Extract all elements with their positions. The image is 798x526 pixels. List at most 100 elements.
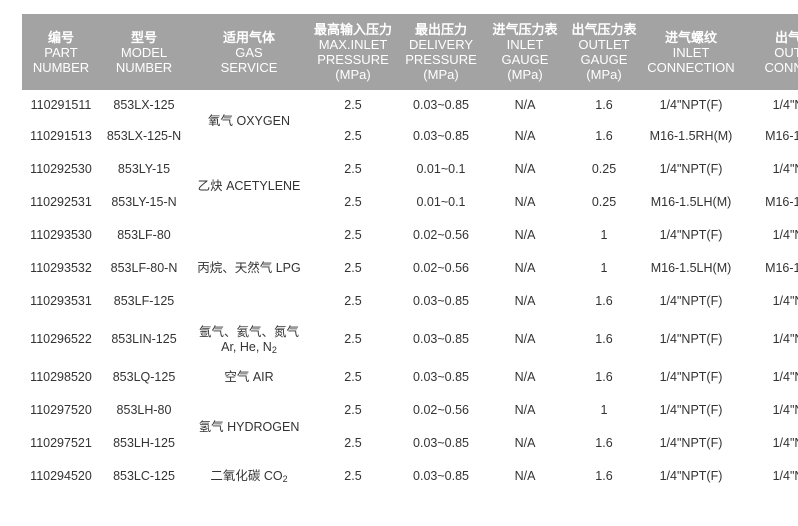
cell-inlet-connection: 1/4"NPT(F) [659, 403, 723, 417]
gas-co2-subscript: 2 [282, 474, 288, 484]
cell-part-number: 110296522 [30, 332, 92, 346]
cell-inlet-connection: 1/4"NPT(F) [659, 370, 723, 384]
cell-outlet-connection: 1/4"N [772, 162, 798, 176]
cell-inlet-connection: 1/4"NPT(F) [659, 97, 723, 112]
cell-delivery: 0.03~0.85 [413, 332, 469, 346]
cell-inlet-gauge: N/A [514, 370, 536, 384]
header-gas-service: 适用气体 GAS SERVICE [188, 14, 310, 90]
header-inlet-connection: 进气螺纹 INLET CONNECTION [644, 14, 738, 90]
cell-inlet-connection: 1/4"NPT(F) [659, 294, 723, 308]
cell-outlet-gauge: 1.6 [595, 97, 613, 112]
cell-inlet-gauge: N/A [514, 261, 536, 275]
cell-delivery: 0.03~0.85 [413, 97, 469, 112]
table-row: 110293531 853LF-125 2.5 0.03~0.85 N/A 1.… [22, 285, 798, 318]
cell-outlet-connection: M16-1.5 [765, 129, 798, 143]
cell-inlet-gauge: N/A [514, 228, 536, 242]
cell-outlet-connection: 1/4"N [772, 294, 798, 308]
table-header-row: 编号 PART NUMBER 型号 MODEL NUMBER 适用气体 GAS SERVIC… [22, 14, 798, 90]
cell-max-inlet: 2.5 [344, 97, 362, 112]
gas-inert-subscript: 2 [271, 344, 277, 355]
cell-inlet-connection: 1/4"NPT(F) [659, 332, 723, 346]
cell-inlet-gauge: N/A [514, 332, 536, 346]
cell-outlet-gauge: 1.6 [595, 129, 613, 143]
regulator-spec-table: 编号 PART NUMBER 型号 MODEL NUMBER 适用气体 GAS SERVIC… [22, 14, 798, 493]
cell-part-number: 110294520 [30, 469, 92, 483]
cell-inlet-connection: M16-1.5LH(M) [650, 261, 732, 275]
cell-inlet-gauge: N/A [514, 162, 536, 176]
cell-delivery: 0.02~0.56 [413, 228, 469, 242]
cell-model-number: 853LH-80 [116, 403, 172, 417]
cell-delivery: 0.03~0.85 [413, 370, 469, 384]
cell-model-number: 853LF-80-N [110, 261, 178, 275]
cell-outlet-connection: M16-1.5 [765, 195, 798, 209]
cell-inlet-connection: 1/4"NPT(F) [659, 228, 723, 242]
cell-delivery: 0.03~0.85 [413, 294, 469, 308]
cell-max-inlet: 2.5 [344, 436, 362, 450]
header-outlet-gauge: 出气压力表 OUTLET GAUGE (MPa) [564, 14, 644, 90]
cell-outlet-gauge: 1 [600, 403, 608, 417]
cell-part-number: 110291513 [30, 129, 92, 143]
cell-outlet-connection: 1/4"N [772, 436, 798, 450]
table-row: 110292531 853LY-15-N 2.5 0.01~0.1 N/A 0.… [22, 186, 798, 219]
cell-max-inlet: 2.5 [344, 162, 362, 176]
cell-model-number: 853LF-80 [117, 228, 171, 242]
cell-outlet-gauge: 1 [600, 228, 608, 242]
cell-inlet-gauge: N/A [514, 195, 536, 209]
cell-delivery: 0.03~0.85 [413, 469, 469, 483]
cell-delivery: 0.03~0.85 [413, 436, 469, 450]
cell-part-number: 110293532 [30, 261, 92, 275]
cell-inlet-connection: 1/4"NPT(F) [659, 162, 723, 176]
cell-model-number: 853LH-125 [113, 436, 175, 450]
header-delivery-pressure: 最出压力 DELIVERY PRESSURE (MPa) [396, 14, 486, 90]
gas-inert-cn: 氩气、氦气、氮气 [198, 324, 299, 339]
cell-inlet-connection: M16-1.5LH(M) [650, 195, 732, 209]
spec-table-container: 编号 PART NUMBER 型号 MODEL NUMBER 适用气体 GAS SERVIC… [22, 14, 798, 514]
cell-max-inlet: 2.5 [344, 129, 362, 143]
table-row: 110293532 853LF-80-N 2.5 0.02~0.56 N/A 1… [22, 252, 798, 285]
cell-max-inlet: 2.5 [344, 294, 362, 308]
cell-max-inlet: 2.5 [344, 228, 362, 242]
cell-outlet-connection: M16-1.5 [765, 261, 798, 275]
cell-inlet-connection: 1/4"NPT(F) [659, 469, 723, 483]
header-outlet-connection: 出气OUTCONNE [738, 14, 798, 90]
cell-inlet-gauge: N/A [514, 294, 536, 308]
cell-inlet-gauge: N/A [514, 469, 536, 483]
cell-outlet-connection: 1/4"N [772, 97, 798, 112]
cell-part-number: 110292531 [30, 195, 92, 209]
header-max-inlet-pressure: 最高输入压力 MAX.INLET PRESSURE (MPa) [310, 14, 396, 90]
cell-delivery: 0.01~0.1 [416, 195, 466, 209]
gas-co2-label: 二氧化碳 CO [210, 469, 283, 483]
cell-model-number: 853LY-15 [117, 162, 171, 176]
cell-outlet-gauge: 1.6 [595, 294, 613, 308]
cell-max-inlet: 2.5 [344, 195, 362, 209]
cell-max-inlet: 2.5 [344, 261, 362, 275]
table-row: 110291511 853LX-125 氧气 OXYGEN 2.5 0.03~0… [22, 90, 798, 129]
cell-delivery: 0.01~0.1 [416, 162, 466, 176]
cell-model-number: 853LF-125 [113, 294, 175, 308]
cell-model-number: 853LX-125 [113, 97, 175, 112]
cell-inlet-connection: M16-1.5RH(M) [649, 129, 733, 143]
cell-inlet-gauge: N/A [514, 436, 536, 450]
cell-delivery: 0.03~0.85 [413, 129, 469, 143]
cell-outlet-gauge: 1.6 [595, 332, 613, 346]
cell-model-number: 853LIN-125 [111, 332, 177, 346]
gas-inert-en: Ar, He, N [221, 339, 272, 354]
cell-max-inlet: 2.5 [344, 370, 362, 384]
header-model-number: 型号 MODEL NUMBER [100, 14, 188, 90]
cell-outlet-connection: 1/4"N [772, 228, 798, 242]
table-row: 110297520 853LH-80 氢气 HYDROGEN 2.5 0.02~… [22, 394, 798, 434]
cell-gas-inert: 氩气、氦气、氮气 Ar, He, N2 [188, 318, 310, 361]
cell-outlet-gauge: 1.6 [595, 469, 613, 483]
cell-part-number: 110297520 [30, 403, 92, 417]
cell-max-inlet: 2.5 [344, 403, 362, 417]
cell-delivery: 0.02~0.56 [413, 403, 469, 417]
cell-model-number: 853LY-15-N [111, 195, 177, 209]
table-row: 110298520 853LQ-125 空气 AIR 2.5 0.03~0.85… [22, 361, 798, 394]
table-row: 110296522 853LIN-125 氩气、氦气、氮气 Ar, He, N2 … [22, 318, 798, 361]
cell-inlet-gauge: N/A [514, 129, 536, 143]
cell-model-number: 853LC-125 [113, 469, 175, 483]
cell-gas-hydrogen: 氢气 HYDROGEN [198, 419, 300, 434]
cell-outlet-gauge: 1.6 [595, 436, 613, 450]
cell-part-number: 110293531 [30, 294, 92, 308]
cell-delivery: 0.02~0.56 [413, 261, 469, 275]
